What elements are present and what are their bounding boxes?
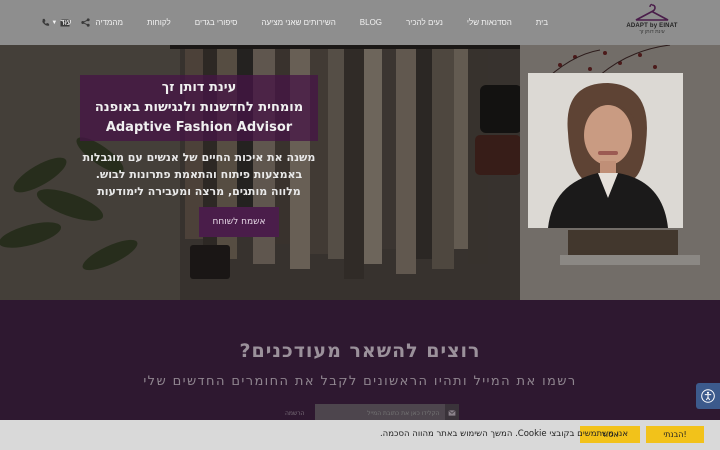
accessibility-button[interactable] (696, 383, 720, 409)
hero-subtitle: מומחית לחדשנות ולנגישות באופנה (94, 100, 304, 115)
nav-item-workshops[interactable]: הסדנאות שלי (455, 18, 524, 27)
hero-text-block: עינת דותן זך מומחית לחדשנות ולנגישות באו… (80, 75, 318, 237)
hanger-icon (635, 3, 669, 21)
nav-item-home[interactable]: בית (524, 18, 560, 27)
profile-photo (528, 73, 683, 228)
hero-name: עינת דותן זך (161, 80, 237, 95)
newsletter-submit-label[interactable]: הרשמה (285, 410, 305, 417)
hero-description-line: מלווה מותגים, מרצה ומעבירה לימודעות (97, 185, 301, 198)
nav-item-about[interactable]: נעים להכיר (394, 18, 455, 27)
hero-description-line: באמצעות פיתוח והתאמת פתרונות לבוש. (95, 168, 303, 181)
nav-item-more[interactable]: עוד ▼ (39, 18, 83, 27)
cookie-accept-button[interactable]: הבנתי! (646, 426, 704, 443)
nav-item-services[interactable]: השירותים שאני מציעה (249, 18, 347, 27)
nav-item-clothing-stories[interactable]: סיפורי בגדים (183, 18, 250, 27)
cookie-banner: הבנתי! אסור אנו משתמשים בקובצי Cookie. ה… (0, 420, 720, 450)
newsletter-subtitle: רשמו את המייל ותהיו הראשונים לקבל את החו… (143, 374, 577, 389)
hero-title-box: עינת דותן זך מומחית לחדשנות ולנגישות באו… (80, 75, 318, 141)
hero-section: עינת דותן זך מומחית לחדשנות ולנגישות באו… (0, 45, 720, 300)
site-logo[interactable]: ADAPT by EINAT עינת דותן זך (622, 3, 682, 41)
top-navigation: בית הסדנאות שלי נעים להכיר BLOG השירותים… (0, 0, 720, 45)
accessibility-icon (701, 389, 715, 403)
newsletter-title: רוצים להשאר מעודכנים? (239, 340, 481, 362)
cookie-message: אנו משתמשים בקובצי Cookie. המשך השימוש ב… (379, 429, 628, 439)
nav-item-more-label: עוד (60, 18, 72, 27)
nav-item-blog[interactable]: BLOG (348, 18, 394, 27)
main-menu: בית הסדנאות שלי נעים להכיר BLOG השירותים… (39, 0, 560, 45)
hero-english-title: Adaptive Fashion Advisor (105, 120, 293, 135)
chevron-down-icon: ▼ (51, 19, 58, 26)
contact-cta-button[interactable]: אשמח לשוחח (198, 207, 280, 237)
nav-item-clients[interactable]: לקוחות (135, 18, 183, 27)
nav-item-media[interactable]: מהמדיה (83, 18, 134, 27)
logo-subtext: עינת דותן זך (639, 29, 665, 35)
hero-description: משנה את איכות החיים של אנשים עם מוגבלות … (80, 149, 318, 200)
hero-description-line: משנה את איכות החיים של אנשים עם מוגבלות (82, 151, 316, 164)
